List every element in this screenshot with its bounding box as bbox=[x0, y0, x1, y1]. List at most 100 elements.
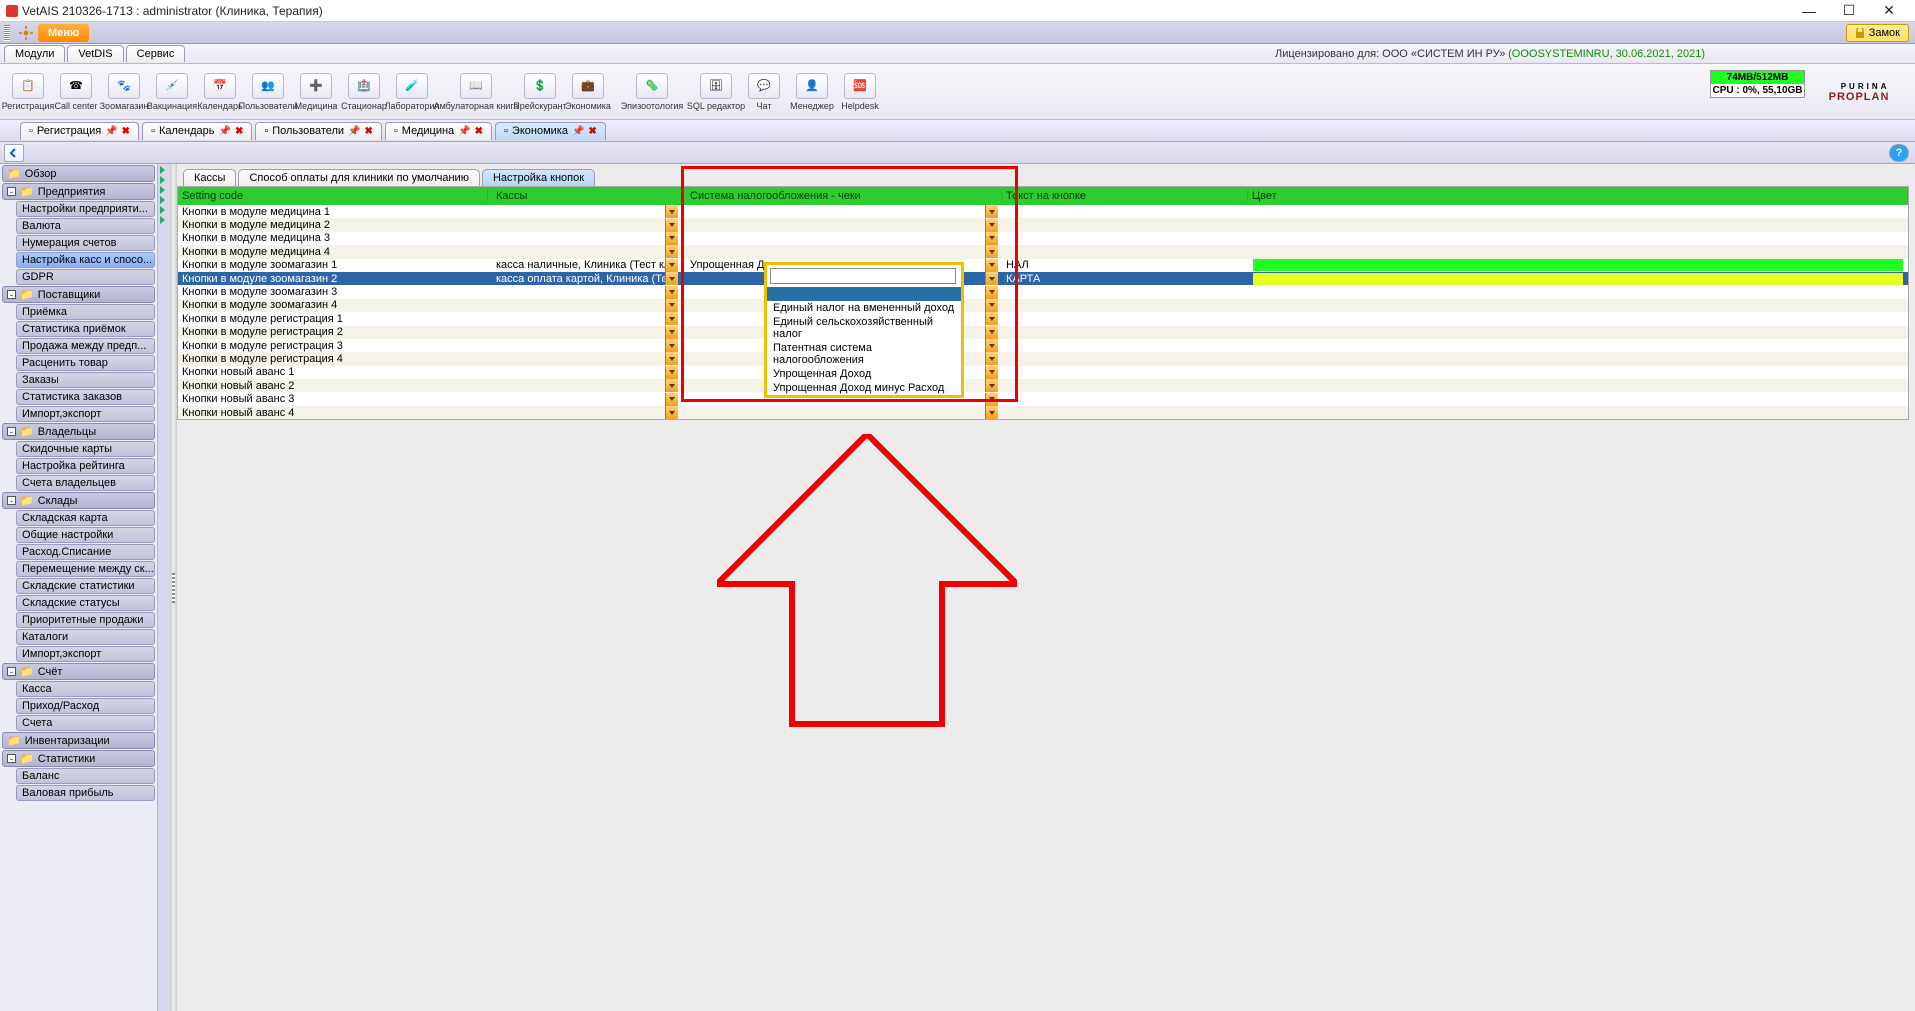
minimize-button[interactable]: — bbox=[1789, 1, 1829, 21]
dropdown-icon[interactable] bbox=[665, 272, 678, 285]
inner-tab[interactable]: Настройка кнопок bbox=[482, 169, 595, 186]
close-icon[interactable]: ✖ bbox=[475, 126, 483, 137]
cell-kassa[interactable] bbox=[488, 366, 682, 379]
table-row[interactable]: Кнопки в модуле регистрация 3 bbox=[178, 339, 1908, 352]
cell-kassa[interactable] bbox=[488, 232, 682, 245]
dropdown-icon[interactable] bbox=[665, 205, 678, 218]
sidebar-item[interactable]: Импорт,экспорт bbox=[16, 406, 155, 422]
sidebar-item[interactable]: Касса bbox=[16, 681, 155, 697]
sidebar-item[interactable]: Приоритетные продажи bbox=[16, 612, 155, 628]
close-icon[interactable]: ✖ bbox=[365, 126, 373, 137]
toolbar-эпизоотология[interactable]: 🦠Эпизоотология bbox=[613, 73, 691, 111]
table-row[interactable]: Кнопки в модуле медицина 2 bbox=[178, 218, 1908, 231]
dropdown-icon[interactable] bbox=[985, 393, 998, 406]
sidebar-item[interactable]: Складские статусы bbox=[16, 595, 155, 611]
doctab-Пользователи[interactable]: ▫Пользователи 📌 ✖ bbox=[255, 122, 382, 140]
sidebar-item[interactable]: Продажа между предп... bbox=[16, 338, 155, 354]
dropdown-icon[interactable] bbox=[985, 352, 998, 365]
toolbar-лаборатория[interactable]: 🧪Лаборатория bbox=[389, 73, 435, 111]
col-color[interactable]: Цвет bbox=[1248, 190, 1908, 202]
sidebar-category[interactable]: -📁Счёт bbox=[2, 663, 155, 680]
toolbar-регистрация[interactable]: 📋Регистрация bbox=[5, 73, 51, 111]
toolbar-sql-редактор[interactable]: 🗄SQL редактор bbox=[693, 73, 739, 111]
sidebar-item[interactable]: GDPR bbox=[16, 269, 155, 285]
dropdown-icon[interactable] bbox=[665, 352, 678, 365]
cell-kassa[interactable] bbox=[488, 205, 682, 218]
table-row[interactable]: Кнопки в модуле зоомагазин 4 bbox=[178, 299, 1908, 312]
splitter[interactable] bbox=[170, 164, 177, 1011]
toolbar-амбулаторная-книга[interactable]: 📖Амбулаторная книга bbox=[437, 73, 515, 111]
dropdown-icon[interactable] bbox=[665, 312, 678, 325]
toolbar-зоомагазин[interactable]: 🐾Зоомагазин bbox=[101, 73, 147, 111]
table-row[interactable]: Кнопки новый аванс 3 bbox=[178, 392, 1908, 405]
table-row[interactable]: Кнопки новый аванс 2 bbox=[178, 379, 1908, 392]
cell-kassa[interactable] bbox=[488, 393, 682, 406]
table-row[interactable]: Кнопки в модуле зоомагазин 2касса оплата… bbox=[178, 272, 1908, 285]
dropdown-icon[interactable] bbox=[665, 379, 678, 392]
gear-icon[interactable] bbox=[18, 25, 34, 41]
sidebar-item[interactable]: Импорт,экспорт bbox=[16, 646, 155, 662]
inner-tab[interactable]: Кассы bbox=[183, 169, 236, 186]
dropdown-icon[interactable] bbox=[985, 259, 998, 272]
sidebar-category[interactable]: -📁Склады bbox=[2, 492, 155, 509]
sidebar-item[interactable]: Нумерация счетов bbox=[16, 235, 155, 251]
sidebar-item[interactable]: Валовая прибыль bbox=[16, 785, 155, 801]
sidebar-item[interactable]: Складские статистики bbox=[16, 578, 155, 594]
dropdown-icon[interactable] bbox=[665, 339, 678, 352]
col-button-text[interactable]: Текст на кнопке bbox=[1002, 190, 1248, 202]
module-tab-1[interactable]: VetDIS bbox=[67, 45, 123, 62]
cell-kassa[interactable] bbox=[488, 312, 682, 325]
sidebar-category[interactable]: -📁Предприятия bbox=[2, 183, 155, 200]
doctab-Календарь[interactable]: ▫Календарь 📌 ✖ bbox=[142, 122, 252, 140]
dropdown-option[interactable]: Упрощенная Доход bbox=[767, 367, 961, 381]
lock-button[interactable]: Замок bbox=[1846, 24, 1909, 42]
toolbar-helpdesk[interactable]: 🆘Helpdesk bbox=[837, 73, 883, 111]
cell-tax[interactable] bbox=[682, 245, 1002, 258]
inner-tab[interactable]: Способ оплаты для клиники по умолчанию bbox=[238, 169, 480, 186]
sidebar-item[interactable]: Скидочные карты bbox=[16, 441, 155, 457]
dropdown-icon[interactable] bbox=[665, 259, 678, 272]
sidebar-item[interactable]: Приёмка bbox=[16, 304, 155, 320]
pin-icon[interactable]: 📌 bbox=[458, 126, 470, 137]
dropdown-icon[interactable] bbox=[985, 299, 998, 312]
cell-kassa[interactable] bbox=[488, 379, 682, 392]
dropdown-search-input[interactable] bbox=[770, 268, 956, 284]
toolbar-вакцинация[interactable]: 💉Вакцинация bbox=[149, 73, 195, 111]
table-row[interactable]: Кнопки в модуле зоомагазин 1касса наличн… bbox=[178, 259, 1908, 272]
dropdown-icon[interactable] bbox=[985, 366, 998, 379]
cell-tax[interactable] bbox=[682, 406, 1002, 419]
toolbar-менеджер[interactable]: 👤Менеджер bbox=[789, 73, 835, 111]
table-row[interactable]: Кнопки новый аванс 1 bbox=[178, 366, 1908, 379]
dropdown-icon[interactable] bbox=[985, 272, 998, 285]
dropdown-icon[interactable] bbox=[985, 406, 998, 419]
dropdown-icon[interactable] bbox=[985, 326, 998, 339]
cell-kassa[interactable] bbox=[488, 245, 682, 258]
table-row[interactable]: Кнопки в модуле зоомагазин 3 bbox=[178, 285, 1908, 298]
sidebar-category[interactable]: -📁Статистики bbox=[2, 750, 155, 767]
dropdown-icon[interactable] bbox=[665, 286, 678, 299]
sidebar-item[interactable]: Статистика заказов bbox=[16, 389, 155, 405]
cell-tax[interactable] bbox=[682, 205, 1002, 218]
toolbar-медицина[interactable]: ➕Медицина bbox=[293, 73, 339, 111]
sidebar-item[interactable]: Валюта bbox=[16, 218, 155, 234]
dropdown-icon[interactable] bbox=[985, 245, 998, 258]
doctab-Экономика[interactable]: ▫Экономика 📌 ✖ bbox=[495, 122, 606, 140]
sidebar-item[interactable]: Статистика приёмок bbox=[16, 321, 155, 337]
sidebar-item[interactable]: Настройка рейтинга bbox=[16, 458, 155, 474]
module-tab-2[interactable]: Сервис bbox=[126, 45, 186, 62]
cell-kassa[interactable] bbox=[488, 326, 682, 339]
dropdown-icon[interactable] bbox=[665, 232, 678, 245]
toolbar-стационар[interactable]: 🏥Стационар bbox=[341, 73, 387, 111]
menu-button[interactable]: Меню bbox=[38, 24, 89, 42]
dropdown-option[interactable]: Единый сельскохозяйственный налог bbox=[767, 315, 961, 341]
col-setting-code[interactable]: Setting code bbox=[178, 190, 488, 202]
dropdown-option[interactable]: Патентная система налогообложения bbox=[767, 341, 961, 367]
dropdown-icon[interactable] bbox=[985, 339, 998, 352]
table-row[interactable]: Кнопки в модуле медицина 4 bbox=[178, 245, 1908, 258]
maximize-button[interactable]: ☐ bbox=[1829, 1, 1869, 21]
doctab-Медицина[interactable]: ▫Медицина 📌 ✖ bbox=[385, 122, 492, 140]
sidebar-item[interactable]: Счета bbox=[16, 715, 155, 731]
cell-kassa[interactable]: касса оплата картой, Клиника (Тест клини… bbox=[488, 272, 682, 285]
table-row[interactable]: Кнопки в модуле регистрация 4 bbox=[178, 352, 1908, 365]
toolbar-календарь[interactable]: 📅Календарь bbox=[197, 73, 243, 111]
